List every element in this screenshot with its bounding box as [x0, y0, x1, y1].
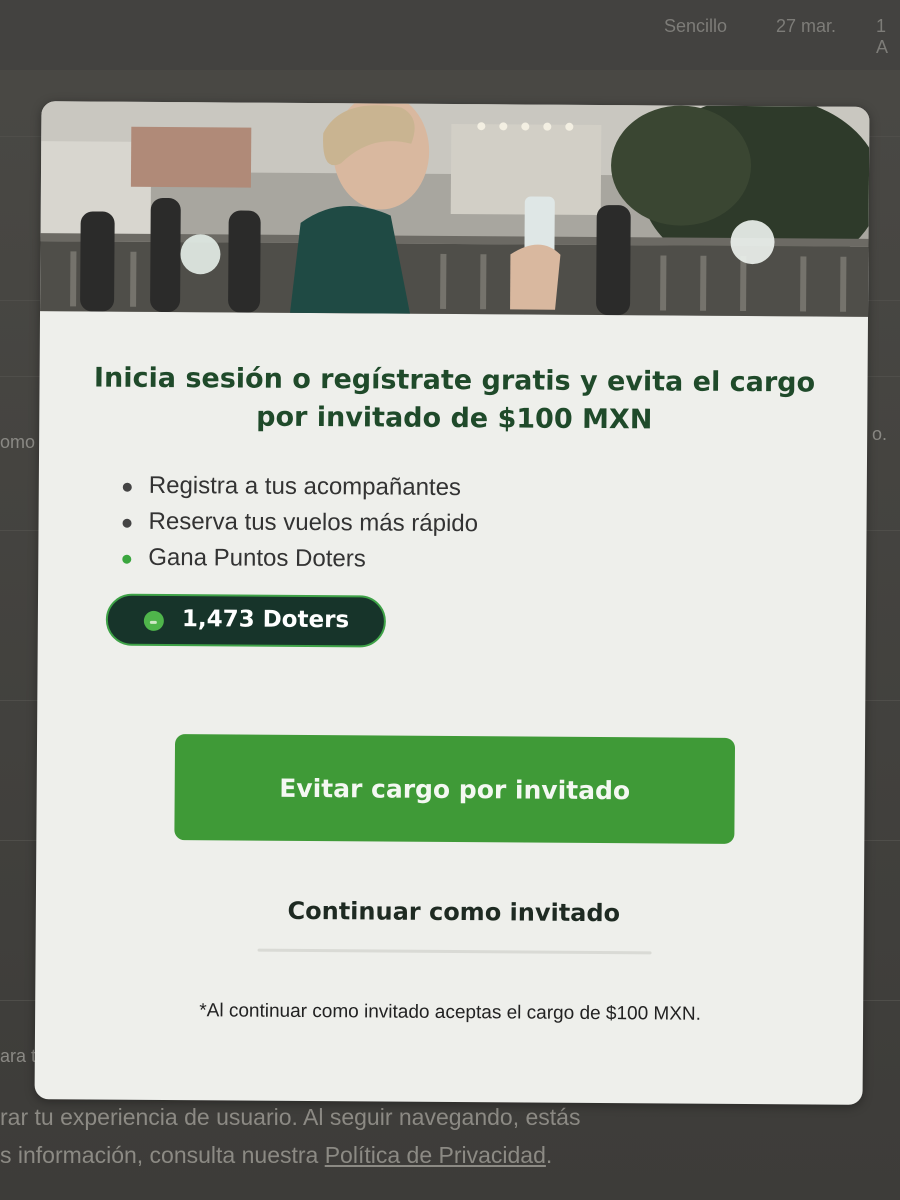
doters-points-label: 1,473 Doters [181, 606, 350, 634]
bullet-icon [122, 482, 132, 492]
guest-fee-disclaimer: *Al continuar como invitado aceptas el c… [199, 1000, 702, 1025]
benefit-item: Reserva tus vuelos más rápido [122, 504, 478, 542]
benefits-list: Registra a tus acompañantes Reserva tus … [122, 468, 478, 578]
background-text-fragment: o. [872, 424, 888, 444]
background-text-fragment: omo [0, 432, 36, 452]
extra-label: 1 A [876, 16, 889, 57]
benefit-item: Registra a tus acompañantes [122, 468, 479, 506]
modal-headline: Inicia sesión o regístrate gratis y evit… [93, 362, 816, 436]
benefit-item: Gana Puntos Doters [122, 540, 478, 578]
avoid-guest-fee-button[interactable]: Evitar cargo por invitado [174, 734, 736, 844]
green-bullet-icon [122, 554, 132, 564]
hero-photo-illustration [40, 101, 870, 317]
guest-fee-modal: Inicia sesión o regístrate gratis y evit… [34, 101, 870, 1105]
cookie-notice-line-1: rar tu experiencia de usuario. Al seguir… [0, 1104, 581, 1130]
trip-type-label: Sencillo [664, 16, 728, 36]
continue-as-guest-button[interactable]: Continuar como invitado [176, 890, 732, 934]
privacy-policy-link[interactable]: Política de Privacidad [325, 1142, 546, 1168]
doters-points-badge: 1,473 Doters [105, 593, 387, 648]
cookie-notice-line-2: s información, consulta nuestra Política… [0, 1142, 553, 1168]
date-label: 27 mar. [776, 16, 837, 36]
background-top-bar: Sencillo 27 mar. 1 A [0, 0, 900, 70]
divider [257, 948, 652, 955]
doters-coin-icon [143, 610, 164, 631]
bullet-icon [122, 518, 132, 528]
hero-image [40, 101, 870, 317]
